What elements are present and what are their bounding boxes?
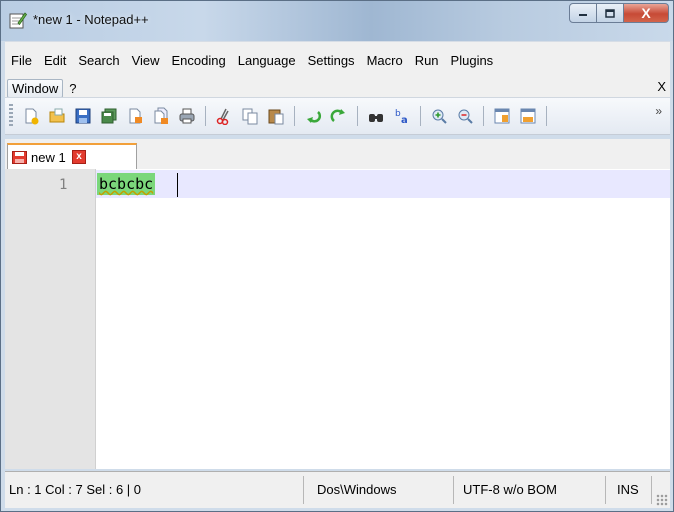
menu-search[interactable]: Search — [72, 53, 125, 68]
menu-encoding[interactable]: Encoding — [166, 53, 232, 68]
print-icon — [179, 108, 195, 124]
tab-close-icon[interactable]: x — [72, 150, 86, 164]
sync-vertical-button[interactable] — [492, 106, 512, 126]
title-bar[interactable]: *new 1 - Notepad++ X — [1, 1, 673, 41]
new-file-icon — [25, 108, 39, 125]
toolbar-overflow-button[interactable]: » — [655, 104, 662, 118]
sync-horizontal-icon — [520, 108, 536, 124]
redo-icon — [330, 109, 345, 122]
copy-button[interactable] — [240, 106, 260, 126]
line-number: 1 — [59, 177, 68, 193]
paste-icon — [268, 109, 284, 125]
zoom-in-button[interactable] — [429, 106, 449, 126]
save-icon — [75, 108, 91, 124]
replace-button[interactable]: ba — [392, 106, 412, 126]
save-button[interactable] — [73, 106, 93, 126]
replace-icon: ba — [395, 109, 408, 125]
sync-vertical-icon — [494, 108, 510, 124]
print-button[interactable] — [177, 106, 197, 126]
toolbar-separator — [294, 106, 295, 126]
redo-button[interactable] — [329, 106, 349, 126]
status-divider — [453, 476, 454, 504]
menu-edit[interactable]: Edit — [38, 53, 72, 68]
open-file-icon — [49, 108, 65, 123]
close-window-button[interactable]: X — [624, 3, 669, 23]
status-bar: Ln : 1 Col : 7 Sel : 6 | 0 Dos\Windows U… — [5, 471, 670, 508]
maximize-button[interactable] — [597, 3, 624, 23]
zoom-out-button[interactable] — [455, 106, 475, 126]
tab-new-1[interactable]: new 1 x — [7, 143, 137, 169]
minimize-icon — [579, 14, 587, 16]
zoom-out-icon — [458, 109, 473, 124]
encoding-status: UTF-8 w/o BOM — [463, 482, 557, 497]
notepad-app-icon[interactable] — [9, 11, 27, 29]
find-icon — [369, 114, 383, 122]
sync-horizontal-button[interactable] — [518, 106, 538, 126]
toolbar-buttons: ba — [21, 106, 555, 126]
editor-text-selected[interactable]: bcbcbc — [97, 173, 156, 195]
status-divider — [303, 476, 304, 504]
text-caret — [177, 173, 178, 197]
close-document-button[interactable]: X — [657, 79, 666, 94]
status-divider — [651, 476, 652, 504]
undo-icon — [307, 111, 322, 123]
toolbar-separator — [546, 106, 547, 126]
line-ending-status: Dos\Windows — [317, 482, 397, 497]
menu-plugins[interactable]: Plugins — [445, 53, 500, 68]
open-file-button[interactable] — [47, 106, 67, 126]
toolbar-grip[interactable] — [9, 104, 13, 128]
undo-button[interactable] — [303, 106, 323, 126]
menu-window[interactable]: Window — [7, 78, 64, 98]
unsaved-file-icon — [12, 151, 27, 164]
menu-macro[interactable]: Macro — [361, 53, 409, 68]
tab-label: new 1 — [31, 150, 66, 165]
menu-run[interactable]: Run — [409, 53, 445, 68]
close-button[interactable] — [125, 106, 145, 126]
copy-icon — [242, 108, 258, 125]
close-icon — [129, 108, 142, 124]
toolbar-separator — [420, 106, 421, 126]
resize-grip-icon[interactable] — [656, 494, 668, 506]
current-line-highlight — [96, 170, 670, 198]
line-number-gutter[interactable]: 1 — [5, 169, 96, 469]
menu-settings[interactable]: Settings — [302, 53, 361, 68]
new-file-button[interactable] — [21, 106, 41, 126]
app-window: *new 1 - Notepad++ X File Edit Search Vi… — [0, 0, 674, 512]
toolbar: ba » — [5, 97, 670, 135]
cut-icon — [216, 108, 229, 125]
toolbar-separator — [483, 106, 484, 126]
status-divider — [605, 476, 606, 504]
save-all-icon — [101, 108, 117, 124]
menu-row-1: File Edit Search View Encoding Language … — [5, 50, 499, 70]
close-window-icon: X — [641, 5, 651, 21]
zoom-in-icon — [432, 109, 447, 124]
menu-help[interactable]: ? — [63, 81, 82, 96]
menu-view[interactable]: View — [126, 53, 166, 68]
cursor-position-status: Ln : 1 Col : 7 Sel : 6 | 0 — [9, 482, 142, 497]
toolbar-separator — [357, 106, 358, 126]
menu-language[interactable]: Language — [232, 53, 302, 68]
window-title: *new 1 - Notepad++ — [33, 12, 149, 27]
editor-area[interactable]: 1 bcbcbc — [5, 169, 670, 469]
maximize-icon — [605, 8, 615, 18]
tab-bar: new 1 x — [5, 139, 670, 170]
paste-button[interactable] — [266, 106, 286, 126]
find-button[interactable] — [366, 106, 386, 126]
cut-button[interactable] — [214, 106, 234, 126]
save-all-button[interactable] — [99, 106, 119, 126]
menu-bar: File Edit Search View Encoding Language … — [5, 41, 670, 98]
minimize-button[interactable] — [569, 3, 597, 23]
close-all-icon — [154, 107, 168, 124]
menu-row-2: Window ? — [5, 78, 82, 98]
close-all-button[interactable] — [151, 106, 171, 126]
toolbar-separator — [205, 106, 206, 126]
insert-mode-status: INS — [617, 482, 639, 497]
menu-file[interactable]: File — [5, 53, 38, 68]
svg-text:a: a — [401, 115, 408, 125]
